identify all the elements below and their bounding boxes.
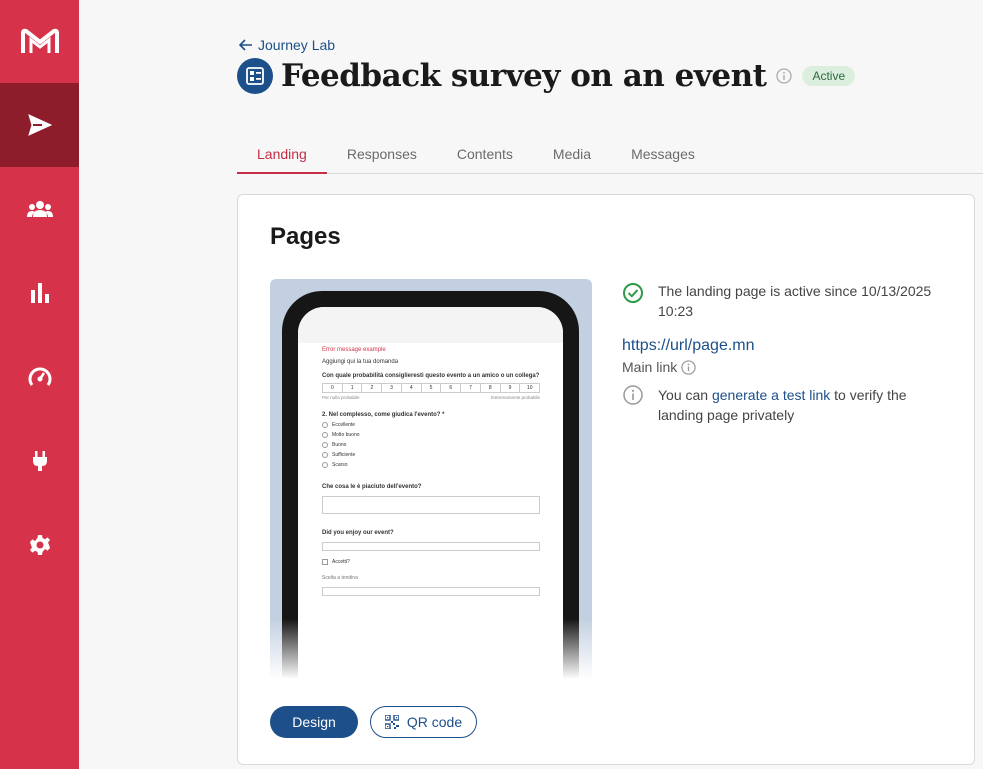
arrow-left-icon xyxy=(239,39,252,51)
survey-icon xyxy=(237,58,273,94)
radio-option: Buono xyxy=(322,442,540,448)
tab-bar: Landing Responses Contents Media Message… xyxy=(237,138,983,174)
design-button[interactable]: Design xyxy=(270,706,358,738)
landing-preview[interactable]: Error message example Aggiungi qui la tu… xyxy=(270,279,592,679)
scale-labels: Per nulla probabile Estremamente probabi… xyxy=(322,395,540,400)
scale-high-label: Estremamente probabile xyxy=(490,395,540,400)
scale-option: 5 xyxy=(420,384,441,392)
qr-code-button[interactable]: QR code xyxy=(370,706,477,738)
generate-test-link[interactable]: generate a test link xyxy=(712,387,830,403)
radio-option: Molto buono xyxy=(322,432,540,438)
scale-option: 6 xyxy=(440,384,460,392)
dropdown-label: Scelta a tendina xyxy=(322,575,358,581)
scale-option: 10 xyxy=(519,384,539,392)
main-content: Journey Lab Feedback survey on an event … xyxy=(79,0,983,769)
people-icon[interactable] xyxy=(0,167,79,251)
text-area-preview xyxy=(322,496,540,514)
sidebar xyxy=(0,0,79,769)
radio-option: Eccellente xyxy=(322,422,540,428)
tab-media[interactable]: Media xyxy=(533,138,611,174)
screen-header xyxy=(298,307,563,343)
bar-chart-icon[interactable] xyxy=(0,251,79,335)
survey-form-preview: Error message example Aggiungi qui la tu… xyxy=(322,347,540,596)
form-intro: Aggiungi qui la tua domanda xyxy=(322,359,399,365)
info-icon[interactable] xyxy=(681,359,696,375)
main-link-label: Main link xyxy=(622,359,952,375)
landing-status: The landing page is active since 10/13/2… xyxy=(622,281,952,425)
speedometer-icon[interactable] xyxy=(0,335,79,419)
logo-icon[interactable] xyxy=(0,0,79,84)
scale-option: 4 xyxy=(400,384,421,392)
checkbox-option: Accetti? xyxy=(322,559,540,565)
question-4: Did you enjoy our event? xyxy=(322,530,394,536)
status-badge: Active xyxy=(802,66,856,86)
gear-icon[interactable] xyxy=(0,503,79,587)
test-link-text: You can generate a test link to verify t… xyxy=(658,387,907,423)
back-link[interactable]: Journey Lab xyxy=(239,37,335,53)
scale-option: 7 xyxy=(460,384,480,392)
check-circle-icon xyxy=(623,283,643,303)
scale-option: 0 xyxy=(330,385,334,391)
tab-messages[interactable]: Messages xyxy=(611,138,715,174)
pages-card: Pages Error message example Aggiungi qui… xyxy=(237,194,975,765)
scale-option: 9 xyxy=(499,384,520,392)
title-row: Feedback survey on an event Active xyxy=(237,58,856,94)
tab-landing[interactable]: Landing xyxy=(237,138,327,174)
radio-option: Scarso xyxy=(322,462,540,468)
info-icon xyxy=(623,385,643,405)
scale-option: 2 xyxy=(361,384,381,392)
active-status: The landing page is active since 10/13/2… xyxy=(622,281,952,321)
landing-url-link[interactable]: https://url/page.mn xyxy=(622,337,952,355)
radio-option: Sufficiente xyxy=(322,452,540,458)
scale-option: 8 xyxy=(479,384,500,392)
tab-responses[interactable]: Responses xyxy=(327,138,437,174)
question-2: 2. Nel complesso, come giudica l'evento?… xyxy=(322,412,445,418)
qr-code-icon xyxy=(384,715,399,729)
active-since-text: The landing page is active since 10/13/2… xyxy=(658,283,932,319)
scale-low-label: Per nulla probabile xyxy=(322,395,360,400)
scale-option: 3 xyxy=(381,384,401,392)
test-link-info: You can generate a test link to verify t… xyxy=(622,385,952,425)
page-title: Feedback survey on an event xyxy=(281,58,767,94)
scale-option: 1 xyxy=(341,384,362,392)
back-link-label: Journey Lab xyxy=(258,37,336,53)
main-link-text: Main link xyxy=(622,359,678,375)
preview-fade xyxy=(270,619,592,679)
info-icon[interactable] xyxy=(776,68,793,84)
tab-contents[interactable]: Contents xyxy=(437,138,533,174)
error-message: Error message example xyxy=(322,347,386,353)
plug-icon[interactable] xyxy=(0,419,79,503)
text-input-preview xyxy=(322,542,540,551)
question-3: Che cosa le è piaciuto dell'evento? xyxy=(322,484,422,490)
qr-code-label: QR code xyxy=(406,714,463,730)
card-title: Pages xyxy=(270,223,341,250)
dropdown-preview xyxy=(322,587,540,596)
question-1: Con quale probabilità consiglieresti que… xyxy=(322,373,540,379)
send-icon[interactable] xyxy=(0,83,79,167)
rating-scale: 0 1 2 3 4 5 6 7 8 9 10 xyxy=(322,383,540,393)
